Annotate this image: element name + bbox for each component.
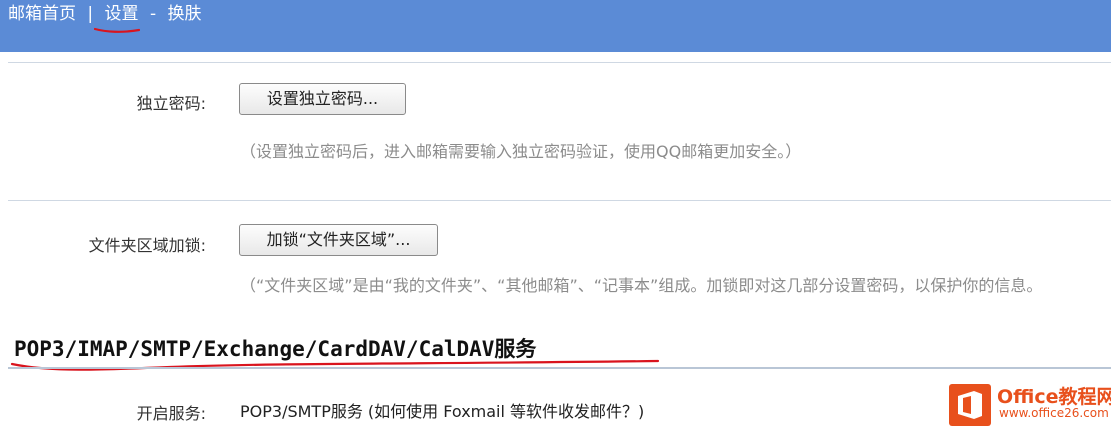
- divider-middle: [8, 200, 1111, 201]
- red-annotation-underline-settings: [94, 27, 140, 33]
- nav-dash: -: [149, 4, 157, 24]
- independent-password-label: 独立密码:: [136, 94, 206, 113]
- red-annotation-underline-section: [10, 359, 660, 371]
- nav-skin-link[interactable]: 换肤: [168, 4, 202, 24]
- top-navigation-bar: 邮箱首页 | 设置 - 换肤: [0, 0, 1111, 52]
- office-watermark: Office教程网 www.office26.com: [943, 376, 1111, 431]
- top-nav-links: 邮箱首页 | 设置 - 换肤: [8, 3, 202, 25]
- lock-folder-area-button[interactable]: 加锁“文件夹区域”...: [239, 224, 438, 256]
- watermark-url: www.office26.com: [999, 406, 1109, 420]
- folder-lock-label: 文件夹区域加锁:: [88, 236, 206, 255]
- folder-lock-hint: （“文件夹区域”是由“我的文件夹”、“其他邮箱”、“记事本”组成。加锁即对这几部…: [240, 276, 1043, 295]
- nav-settings-link[interactable]: 设置: [105, 4, 139, 24]
- independent-password-hint: （设置独立密码后，进入邮箱需要输入独立密码验证，使用QQ邮箱更加安全。）: [240, 142, 802, 161]
- watermark-title: Office教程网: [997, 386, 1111, 408]
- section-divider: [8, 367, 1111, 369]
- nav-mailbox-home-link[interactable]: 邮箱首页: [8, 4, 76, 24]
- nav-separator: |: [87, 4, 94, 24]
- enable-service-label: 开启服务:: [136, 404, 206, 423]
- office-logo-icon: [949, 384, 991, 426]
- set-independent-password-button[interactable]: 设置独立密码...: [239, 83, 406, 115]
- divider-top: [8, 62, 1111, 63]
- pop3-smtp-service-text: POP3/SMTP服务 (如何使用 Foxmail 等软件收发邮件？): [240, 402, 645, 421]
